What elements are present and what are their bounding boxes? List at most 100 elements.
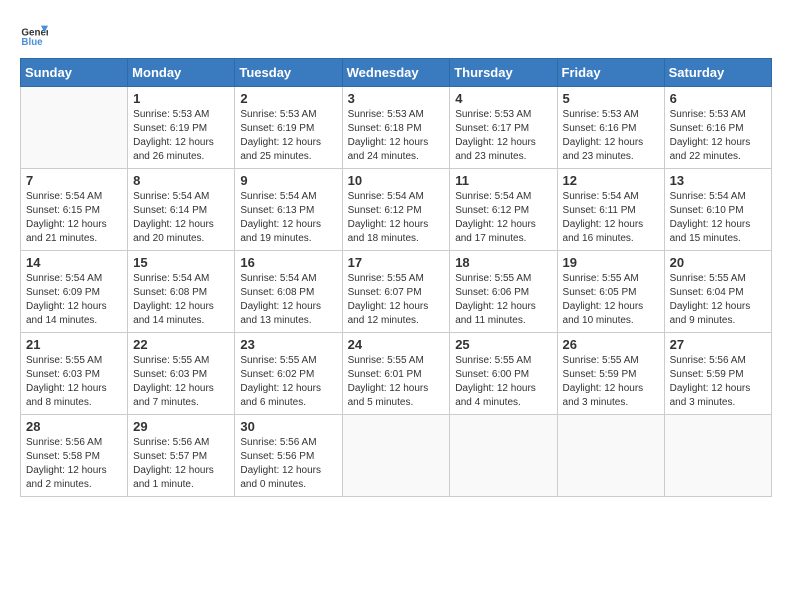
day-info: Sunrise: 5:53 AM Sunset: 6:16 PM Dayligh… bbox=[563, 108, 659, 164]
day-info: Sunrise: 5:53 AM Sunset: 6:17 PM Dayligh… bbox=[455, 108, 551, 164]
day-cell: 27 Sunrise: 5:56 AM Sunset: 5:59 PM Dayli… bbox=[664, 333, 771, 415]
day-number: 2 bbox=[240, 91, 336, 106]
header-cell-saturday: Saturday bbox=[664, 59, 771, 87]
day-info: Sunrise: 5:55 AM Sunset: 6:06 PM Dayligh… bbox=[455, 272, 551, 328]
day-cell: 21Sunrise: 5:55 AM Sunset: 6:03 PM Dayli… bbox=[21, 333, 128, 415]
calendar-header: SundayMondayTuesdayWednesdayThursdayFrid… bbox=[21, 59, 772, 87]
day-cell: 8Sunrise: 5:54 AM Sunset: 6:14 PM Daylig… bbox=[128, 169, 235, 251]
day-info: Sunrise: 5:55 AM Sunset: 6:03 PM Dayligh… bbox=[133, 354, 229, 410]
day-number: 28 bbox=[26, 419, 122, 434]
calendar-body: 1 Sunrise: 5:53 AM Sunset: 6:19 PM Daylig… bbox=[21, 87, 772, 497]
day-number: 6 bbox=[670, 91, 766, 106]
day-number: 18 bbox=[455, 255, 551, 270]
day-info: Sunrise: 5:53 AM Sunset: 6:19 PM Dayligh… bbox=[240, 108, 336, 164]
day-info: Sunrise: 5:54 AM Sunset: 6:12 PM Dayligh… bbox=[455, 190, 551, 246]
day-number: 19 bbox=[563, 255, 659, 270]
header-cell-wednesday: Wednesday bbox=[342, 59, 450, 87]
week-row-0: 1 Sunrise: 5:53 AM Sunset: 6:19 PM Daylig… bbox=[21, 87, 772, 169]
svg-text:Blue: Blue bbox=[21, 37, 43, 48]
day-number: 1 bbox=[133, 91, 229, 106]
day-number: 30 bbox=[240, 419, 336, 434]
day-number: 16 bbox=[240, 255, 336, 270]
calendar-table: SundayMondayTuesdayWednesdayThursdayFrid… bbox=[20, 58, 772, 497]
day-cell: 2 Sunrise: 5:53 AM Sunset: 6:19 PM Daylig… bbox=[235, 87, 342, 169]
day-info: Sunrise: 5:53 AM Sunset: 6:19 PM Dayligh… bbox=[133, 108, 229, 164]
day-number: 26 bbox=[563, 337, 659, 352]
day-cell: 15 Sunrise: 5:54 AM Sunset: 6:08 PM Dayli… bbox=[128, 251, 235, 333]
day-cell: 26 Sunrise: 5:55 AM Sunset: 5:59 PM Dayli… bbox=[557, 333, 664, 415]
day-cell: 30 Sunrise: 5:56 AM Sunset: 5:56 PM Dayli… bbox=[235, 415, 342, 497]
day-cell: 16 Sunrise: 5:54 AM Sunset: 6:08 PM Dayli… bbox=[235, 251, 342, 333]
day-cell: 3 Sunrise: 5:53 AM Sunset: 6:18 PM Daylig… bbox=[342, 87, 450, 169]
day-number: 4 bbox=[455, 91, 551, 106]
day-cell: 17Sunrise: 5:55 AM Sunset: 6:07 PM Dayli… bbox=[342, 251, 450, 333]
day-info: Sunrise: 5:53 AM Sunset: 6:18 PM Dayligh… bbox=[348, 108, 445, 164]
day-info: Sunrise: 5:55 AM Sunset: 6:05 PM Dayligh… bbox=[563, 272, 659, 328]
day-cell bbox=[450, 415, 557, 497]
day-info: Sunrise: 5:53 AM Sunset: 6:16 PM Dayligh… bbox=[670, 108, 766, 164]
day-cell bbox=[557, 415, 664, 497]
day-info: Sunrise: 5:54 AM Sunset: 6:13 PM Dayligh… bbox=[240, 190, 336, 246]
day-cell: 11 Sunrise: 5:54 AM Sunset: 6:12 PM Dayli… bbox=[450, 169, 557, 251]
day-info: Sunrise: 5:55 AM Sunset: 5:59 PM Dayligh… bbox=[563, 354, 659, 410]
day-cell: 6 Sunrise: 5:53 AM Sunset: 6:16 PM Daylig… bbox=[664, 87, 771, 169]
day-number: 13 bbox=[670, 173, 766, 188]
day-number: 25 bbox=[455, 337, 551, 352]
day-cell: 7 Sunrise: 5:54 AM Sunset: 6:15 PM Daylig… bbox=[21, 169, 128, 251]
header-cell-monday: Monday bbox=[128, 59, 235, 87]
day-cell: 18 Sunrise: 5:55 AM Sunset: 6:06 PM Dayli… bbox=[450, 251, 557, 333]
day-cell: 20Sunrise: 5:55 AM Sunset: 6:04 PM Dayli… bbox=[664, 251, 771, 333]
day-info: Sunrise: 5:54 AM Sunset: 6:08 PM Dayligh… bbox=[133, 272, 229, 328]
header-cell-sunday: Sunday bbox=[21, 59, 128, 87]
day-info: Sunrise: 5:54 AM Sunset: 6:15 PM Dayligh… bbox=[26, 190, 122, 246]
page-header: General Blue bbox=[20, 20, 772, 48]
day-info: Sunrise: 5:55 AM Sunset: 6:03 PM Dayligh… bbox=[26, 354, 122, 410]
week-row-1: 7 Sunrise: 5:54 AM Sunset: 6:15 PM Daylig… bbox=[21, 169, 772, 251]
day-number: 29 bbox=[133, 419, 229, 434]
day-number: 7 bbox=[26, 173, 122, 188]
day-cell bbox=[342, 415, 450, 497]
logo: General Blue bbox=[20, 20, 52, 48]
day-info: Sunrise: 5:55 AM Sunset: 6:04 PM Dayligh… bbox=[670, 272, 766, 328]
day-info: Sunrise: 5:55 AM Sunset: 6:01 PM Dayligh… bbox=[348, 354, 445, 410]
day-info: Sunrise: 5:56 AM Sunset: 5:56 PM Dayligh… bbox=[240, 436, 336, 492]
day-number: 27 bbox=[670, 337, 766, 352]
day-cell: 9 Sunrise: 5:54 AM Sunset: 6:13 PM Daylig… bbox=[235, 169, 342, 251]
day-number: 17 bbox=[348, 255, 445, 270]
day-cell: 24Sunrise: 5:55 AM Sunset: 6:01 PM Dayli… bbox=[342, 333, 450, 415]
day-cell: 14Sunrise: 5:54 AM Sunset: 6:09 PM Dayli… bbox=[21, 251, 128, 333]
day-info: Sunrise: 5:54 AM Sunset: 6:11 PM Dayligh… bbox=[563, 190, 659, 246]
day-number: 3 bbox=[348, 91, 445, 106]
day-number: 9 bbox=[240, 173, 336, 188]
day-number: 8 bbox=[133, 173, 229, 188]
day-cell: 10Sunrise: 5:54 AM Sunset: 6:12 PM Dayli… bbox=[342, 169, 450, 251]
day-info: Sunrise: 5:54 AM Sunset: 6:08 PM Dayligh… bbox=[240, 272, 336, 328]
day-number: 22 bbox=[133, 337, 229, 352]
day-cell: 28Sunrise: 5:56 AM Sunset: 5:58 PM Dayli… bbox=[21, 415, 128, 497]
day-cell: 4 Sunrise: 5:53 AM Sunset: 6:17 PM Daylig… bbox=[450, 87, 557, 169]
day-info: Sunrise: 5:56 AM Sunset: 5:59 PM Dayligh… bbox=[670, 354, 766, 410]
day-cell: 12 Sunrise: 5:54 AM Sunset: 6:11 PM Dayli… bbox=[557, 169, 664, 251]
day-number: 15 bbox=[133, 255, 229, 270]
day-number: 5 bbox=[563, 91, 659, 106]
day-info: Sunrise: 5:55 AM Sunset: 6:00 PM Dayligh… bbox=[455, 354, 551, 410]
day-cell: 5 Sunrise: 5:53 AM Sunset: 6:16 PM Daylig… bbox=[557, 87, 664, 169]
header-cell-thursday: Thursday bbox=[450, 59, 557, 87]
day-cell: 13 Sunrise: 5:54 AM Sunset: 6:10 PM Dayli… bbox=[664, 169, 771, 251]
day-info: Sunrise: 5:54 AM Sunset: 6:10 PM Dayligh… bbox=[670, 190, 766, 246]
week-row-3: 21Sunrise: 5:55 AM Sunset: 6:03 PM Dayli… bbox=[21, 333, 772, 415]
day-number: 11 bbox=[455, 173, 551, 188]
day-info: Sunrise: 5:54 AM Sunset: 6:09 PM Dayligh… bbox=[26, 272, 122, 328]
header-cell-friday: Friday bbox=[557, 59, 664, 87]
day-number: 10 bbox=[348, 173, 445, 188]
day-cell: 29Sunrise: 5:56 AM Sunset: 5:57 PM Dayli… bbox=[128, 415, 235, 497]
week-row-2: 14Sunrise: 5:54 AM Sunset: 6:09 PM Dayli… bbox=[21, 251, 772, 333]
week-row-4: 28Sunrise: 5:56 AM Sunset: 5:58 PM Dayli… bbox=[21, 415, 772, 497]
day-cell: 22 Sunrise: 5:55 AM Sunset: 6:03 PM Dayli… bbox=[128, 333, 235, 415]
header-cell-tuesday: Tuesday bbox=[235, 59, 342, 87]
day-cell: 25 Sunrise: 5:55 AM Sunset: 6:00 PM Dayli… bbox=[450, 333, 557, 415]
day-number: 23 bbox=[240, 337, 336, 352]
day-cell bbox=[664, 415, 771, 497]
day-number: 12 bbox=[563, 173, 659, 188]
logo-icon: General Blue bbox=[20, 20, 48, 48]
